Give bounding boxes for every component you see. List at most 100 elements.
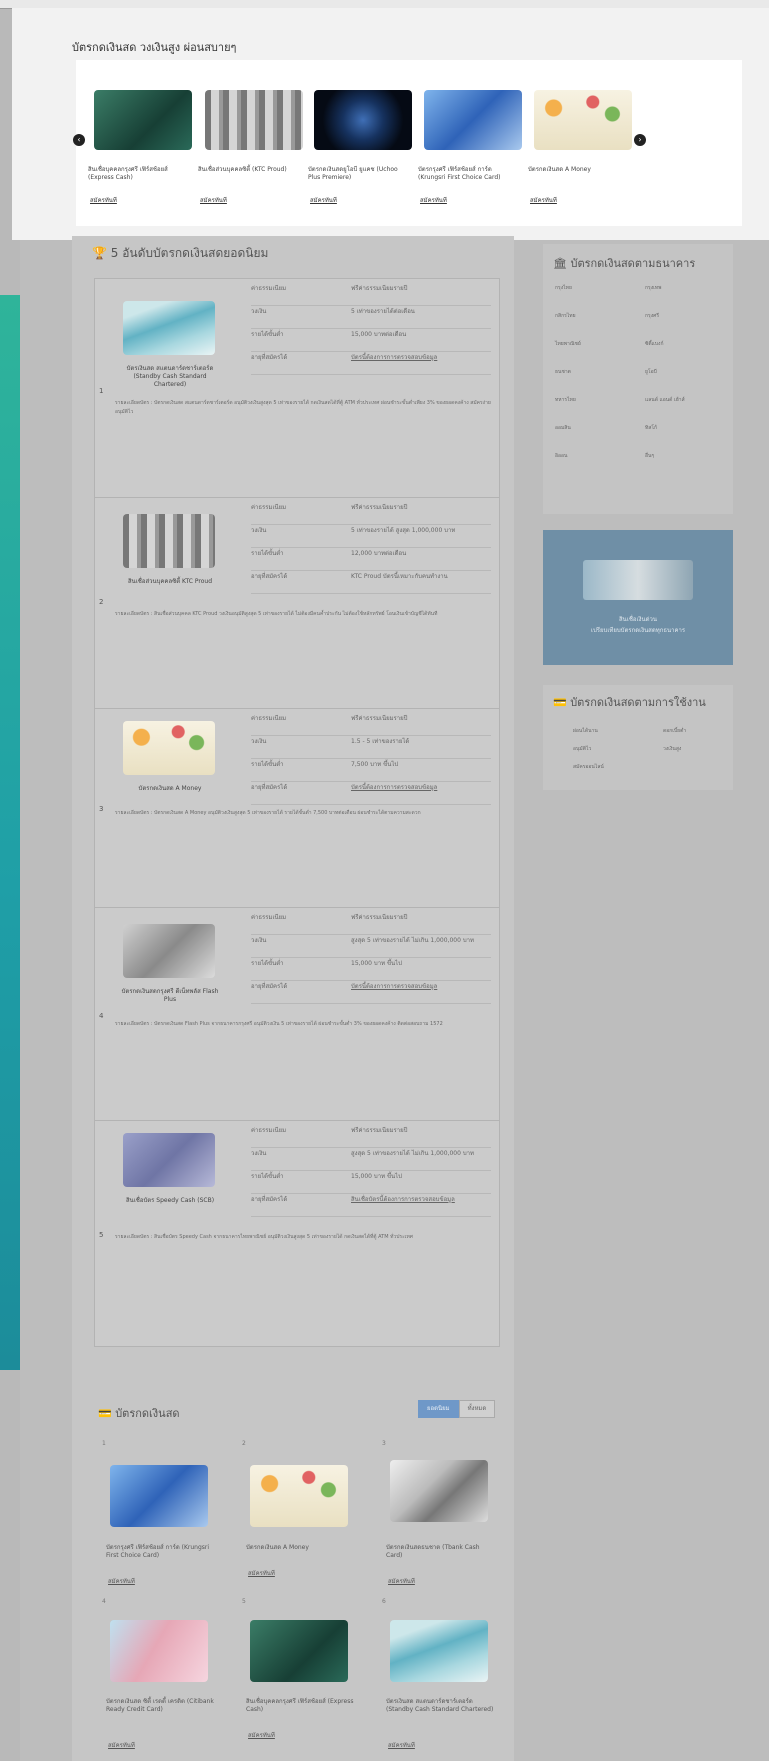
grid-apply-link[interactable]: สมัครทันที <box>108 1576 135 1586</box>
bank-link[interactable]: แลนด์ แอนด์ เฮ้าส์ <box>645 396 685 404</box>
card-grid-title: 💳 บัตรกดเงินสด <box>98 1407 180 1420</box>
grid-apply-link[interactable]: สมัครทันที <box>388 1576 415 1586</box>
carousel-card-caption: สินเชื่อบุคคลกรุงศรี เฟิร์สช้อยส์ (Expre… <box>88 166 168 181</box>
card-detail-text: รายละเอียดบัตร : บัตรกดเงินสด A Money อน… <box>115 810 421 816</box>
popup-title: บัตรกดเงินสด วงเงินสูง ผ่อนสบายๆ <box>72 41 237 54</box>
usage-link[interactable]: ดอกเบี้ยต่ำ <box>663 727 686 735</box>
carousel-card-caption: บัตรกรุงศรี เฟิร์สช้อยส์ การ์ด (Krungsri… <box>418 166 501 181</box>
background-gradient-strip <box>0 295 20 1370</box>
usage-link[interactable]: อนุมัติไว <box>573 745 591 753</box>
carousel-prev-button[interactable]: ‹ <box>73 134 85 146</box>
rank-number: 4 <box>99 1012 104 1020</box>
banner-headline: สินเชื่อเงินด่วน <box>619 616 657 623</box>
card-detail-text: รายละเอียดบัตร : สินเชื่อส่วนบุคคล KTC P… <box>115 611 438 617</box>
rank-number: 5 <box>99 1231 104 1239</box>
carousel-card-image[interactable] <box>205 90 303 150</box>
card-thumbnail[interactable] <box>123 301 215 355</box>
ranking-row: 5 สินเชื่อบัตร Speedy Cash (SCB) ค่าธรรม… <box>94 1120 500 1347</box>
carousel-apply-link[interactable]: สมัครทันที <box>420 195 447 205</box>
usage-link[interactable]: วงเงินสูง <box>663 745 681 753</box>
bank-link[interactable]: กรุงไทย <box>555 284 572 292</box>
bank-link[interactable]: อิออน <box>555 452 567 460</box>
bank-link[interactable]: ธนชาต <box>555 368 571 376</box>
grid-item-number: 4 <box>102 1598 106 1605</box>
grid-item-number: 3 <box>382 1440 386 1447</box>
usage-link[interactable]: ผ่อนได้นาน <box>573 727 598 735</box>
grid-item-number: 2 <box>242 1440 246 1447</box>
ranking-row: 3 บัตรกดเงินสด A Money ค่าธรรมเนียม ฟรีค่… <box>94 708 500 908</box>
bank-link[interactable]: ไทยพาณิชย์ <box>555 340 581 348</box>
usage-filter-panel: 💳 บัตรกดเงินสดตามการใช้งาน ผ่อนได้นาน ดอ… <box>543 685 733 790</box>
tab-all[interactable]: ทั้งหมด <box>458 1400 496 1418</box>
carousel-card-caption: สินเชื่อส่วนบุคคลซิตี้ (KTC Proud) <box>198 166 287 173</box>
tab-popular[interactable]: ยอดนิยม <box>418 1400 459 1418</box>
bank-link[interactable]: ทิสโก้ <box>645 424 657 432</box>
bank-link[interactable]: ทหารไทย <box>555 396 576 404</box>
bank-link[interactable]: ซิตี้แบงก์ <box>645 340 664 348</box>
card-name: บัตรกดเงินสด A Money <box>138 785 202 792</box>
rank-number: 3 <box>99 805 104 813</box>
grid-apply-link[interactable]: สมัครทันที <box>388 1740 415 1750</box>
grid-card-image[interactable] <box>390 1460 488 1522</box>
grid-item-number: 5 <box>242 1598 246 1605</box>
bank-link[interactable]: ยูโอบี <box>645 368 657 376</box>
card-thumbnail[interactable] <box>123 924 215 978</box>
grid-card-caption: บัตรกดเงินสดธนชาต (Tbank Cash Card) <box>386 1544 480 1559</box>
card-name: บัตรเงินสด สแตนดาร์ดชาร์เตอร์ด (Standby … <box>126 365 214 388</box>
promo-banner[interactable]: สินเชื่อเงินด่วน เปรียบเทียบบัตรกดเงินสด… <box>543 530 733 665</box>
recommendation-popup: บัตรกดเงินสด วงเงินสูง ผ่อนสบายๆ ‹ › สิน… <box>12 8 769 240</box>
card-name: สินเชื่อส่วนบุคคลซิตี้ KTC Proud <box>127 578 213 585</box>
card-thumbnail[interactable] <box>123 1133 215 1187</box>
card-spec-table: ค่าธรรมเนียม ฟรีค่าธรรมเนียมรายปี วงเงินส… <box>251 912 491 1004</box>
card-thumbnail[interactable] <box>123 514 215 568</box>
carousel-next-button[interactable]: › <box>634 134 646 146</box>
ranking-row: 2 สินเชื่อส่วนบุคคลซิตี้ KTC Proud ค่าธร… <box>94 497 500 709</box>
card-detail-text: รายละเอียดบัตร : บัตรกดเงินสด สแตนดาร์ดช… <box>115 400 491 415</box>
card-spec-table: ค่าธรรมเนียม ฟรีค่าธรรมเนียมรายปี วงเงินส… <box>251 1125 491 1217</box>
carousel-apply-link[interactable]: สมัครทันที <box>530 195 557 205</box>
usage-filter-title: 💳 บัตรกดเงินสดตามการใช้งาน <box>553 696 706 709</box>
grid-card-image[interactable] <box>390 1620 488 1682</box>
grid-card-image[interactable] <box>110 1465 208 1527</box>
ranking-row: 4 บัตรกดเงินสดกรุงศรี ดีเน็ทพลัส Flash P… <box>94 907 500 1121</box>
bank-filter-title: 🏛 บัตรกดเงินสดตามธนาคาร <box>553 257 696 270</box>
carousel-card-image[interactable] <box>534 90 632 150</box>
card-detail-text: รายละเอียดบัตร : สินเชื่อบัตร Speedy Cas… <box>115 1234 413 1240</box>
grid-card-image[interactable] <box>250 1465 348 1527</box>
carousel-apply-link[interactable]: สมัครทันที <box>310 195 337 205</box>
bank-link[interactable]: อื่นๆ <box>645 452 654 460</box>
grid-card-image[interactable] <box>110 1620 208 1682</box>
banner-subline: เปรียบเทียบบัตรกดเงินสดทุกธนาคาร <box>590 627 686 634</box>
carousel-card-image[interactable] <box>94 90 192 150</box>
banner-image <box>583 560 693 600</box>
card-grid-tabs: ยอดนิยม ทั้งหมด <box>418 1400 496 1418</box>
card-spec-table: ค่าธรรมเนียม ฟรีค่าธรรมเนียมรายปี วงเงิน 5… <box>251 502 491 594</box>
bank-link[interactable]: กรุงศรี <box>645 312 659 320</box>
grid-card-image[interactable] <box>250 1620 348 1682</box>
carousel-card-caption: บัตรกดเงินสด A Money <box>528 166 591 173</box>
carousel-card-image[interactable] <box>424 90 522 150</box>
bank-link[interactable]: ออมสิน <box>555 424 571 432</box>
bank-link[interactable]: กรุงเทพ <box>645 284 661 292</box>
grid-card-caption: บัตรเงินสด สแตนดาร์ดชาร์เตอร์ด (Standby … <box>386 1698 494 1713</box>
grid-card-caption: บัตรกดเงินสด ซิตี้ เรดดี้ เครดิต (Citiba… <box>106 1698 214 1713</box>
grid-item-number: 1 <box>102 1440 106 1447</box>
carousel-card-caption: บัตรกดเงินสดยูโอบี ยูแคช (Uchoo Plus Pre… <box>308 166 398 181</box>
bank-filter-panel: 🏛 บัตรกดเงินสดตามธนาคาร กรุงไทย กรุงเทพ … <box>543 244 733 514</box>
bank-link[interactable]: กสิกรไทย <box>555 312 576 320</box>
grid-apply-link[interactable]: สมัครทันที <box>248 1730 275 1740</box>
grid-apply-link[interactable]: สมัครทันที <box>108 1740 135 1750</box>
carousel-card-image[interactable] <box>314 90 412 150</box>
card-name: บัตรกดเงินสดกรุงศรี ดีเน็ทพลัส Flash Plu… <box>121 988 219 1003</box>
carousel-apply-link[interactable]: สมัครทันที <box>200 195 227 205</box>
rank-number: 2 <box>99 598 104 606</box>
usage-link[interactable]: สมัครออนไลน์ <box>573 763 604 771</box>
card-spec-table: ค่าธรรมเนียม ฟรีค่าธรรมเนียมรายปี วงเงิน 1… <box>251 713 491 805</box>
card-detail-text: รายละเอียดบัตร : บัตรกดเงินสด Flash Plus… <box>115 1021 443 1027</box>
grid-card-caption: บัตรกรุงศรี เฟิร์สช้อยส์ การ์ด (Krungsri… <box>106 1544 210 1559</box>
grid-card-caption: บัตรกดเงินสด A Money <box>246 1544 309 1551</box>
carousel-apply-link[interactable]: สมัครทันที <box>90 195 117 205</box>
grid-apply-link[interactable]: สมัครทันที <box>248 1568 275 1578</box>
grid-item-number: 6 <box>382 1598 386 1605</box>
card-thumbnail[interactable] <box>123 721 215 775</box>
